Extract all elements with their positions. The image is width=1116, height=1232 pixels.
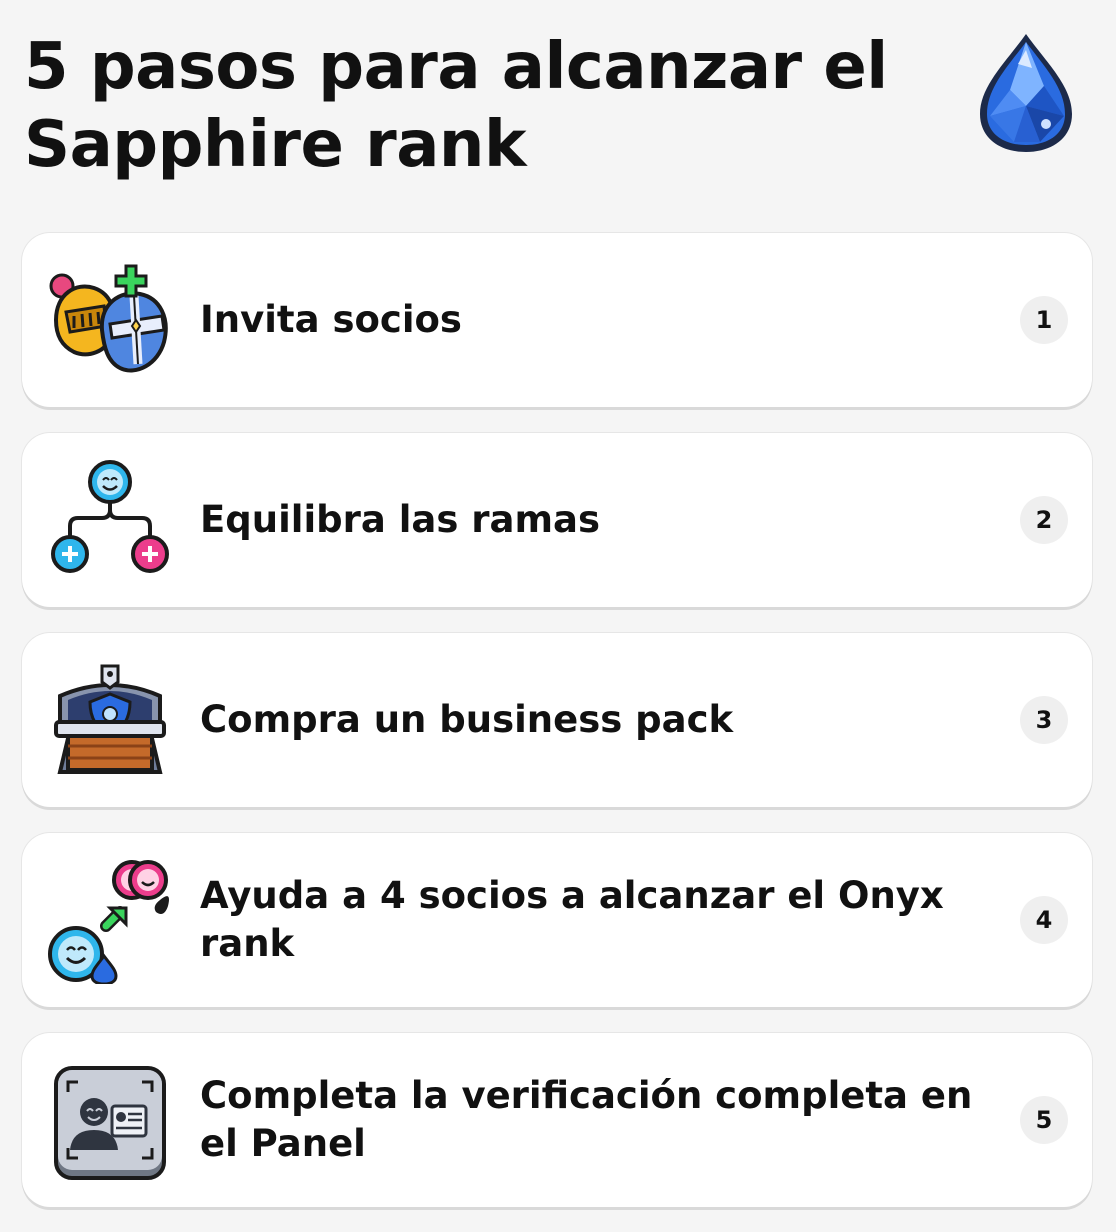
step-number-badge: 4	[1020, 896, 1068, 944]
treasure-chest-icon	[54, 664, 166, 774]
step-label: Invita socios	[200, 298, 462, 341]
step-card-5[interactable]: Completa la verificación completa en el …	[22, 1033, 1092, 1207]
step-card-2[interactable]: Equilibra las ramas 2	[22, 433, 1092, 607]
step-number-badge: 2	[1020, 496, 1068, 544]
step-card-4[interactable]: Ayuda a 4 socios a alcanzar el Onyx rank…	[22, 833, 1092, 1007]
step-label: Ayuda a 4 socios a alcanzar el Onyx rank	[200, 874, 944, 965]
step-label: Compra un business pack	[200, 698, 734, 741]
step-number-badge: 1	[1020, 296, 1068, 344]
knight-helmets-plus-icon	[49, 264, 168, 373]
step-label: Completa la verificación completa en el …	[200, 1074, 973, 1165]
step-number-badge: 3	[1020, 696, 1068, 744]
page-title: 5 pasos para alcanzar el Sapphire rank	[24, 30, 888, 182]
step-label: Equilibra las ramas	[200, 498, 601, 541]
step-card-1[interactable]: Invita socios 1	[22, 233, 1092, 407]
step-number-badge: 5	[1020, 1096, 1068, 1144]
id-verification-icon	[54, 1066, 166, 1180]
branch-tree-icon	[51, 460, 169, 573]
upgrade-partners-icon	[48, 860, 169, 984]
sapphire-gem-icon	[980, 34, 1072, 152]
step-card-3[interactable]: Compra un business pack 3	[22, 633, 1092, 807]
page-header: 5 pasos para alcanzar el Sapphire rank	[24, 28, 1094, 198]
